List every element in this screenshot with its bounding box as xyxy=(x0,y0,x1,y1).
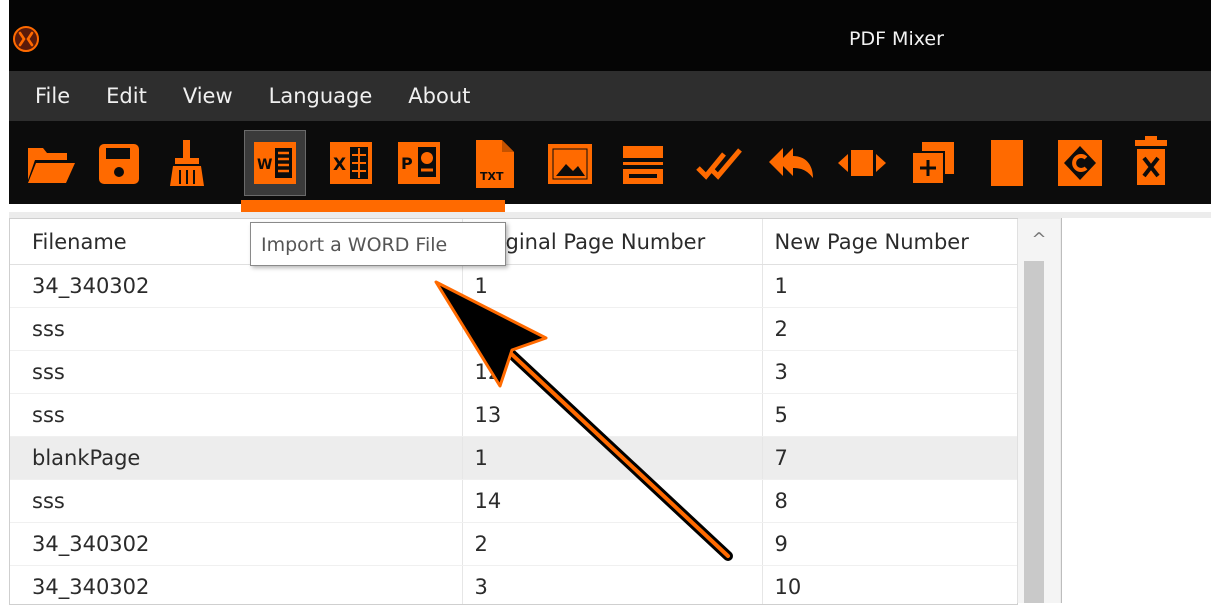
txt-import-icon: TXT xyxy=(468,136,520,190)
scrollbar-thumb[interactable] xyxy=(1024,261,1044,603)
import-excel-button[interactable]: X xyxy=(321,131,381,195)
import-word-button[interactable]: W xyxy=(245,131,305,195)
import-powerpoint-button[interactable]: P xyxy=(389,131,449,195)
svg-text:P: P xyxy=(401,154,413,173)
save-icon xyxy=(93,136,145,190)
svg-text:W: W xyxy=(257,157,272,173)
delete-button[interactable] xyxy=(1121,131,1181,195)
select-all-button[interactable] xyxy=(690,131,750,195)
title-bar: PDF Mixer xyxy=(9,0,1211,71)
image-import-icon xyxy=(544,136,596,190)
table-row[interactable]: 34_340302 3 10 xyxy=(10,566,1017,605)
more-toolbar-button[interactable] xyxy=(1189,131,1211,195)
scroll-up-arrow-icon[interactable]: ^ xyxy=(1018,219,1060,259)
open-file-button[interactable] xyxy=(21,131,81,195)
cell-original-page xyxy=(462,308,762,351)
table-row[interactable]: 34_340302 1 1 xyxy=(10,265,1017,308)
cell-new-page: 5 xyxy=(762,394,1017,437)
open-folder-icon xyxy=(25,136,77,190)
add-page-button[interactable] xyxy=(902,131,962,195)
table-row[interactable]: 34_340302 2 9 xyxy=(10,523,1017,566)
main-area: Filename Original Page Number New Page N… xyxy=(9,212,1211,603)
cell-new-page: 10 xyxy=(762,566,1017,605)
cell-filename: sss xyxy=(10,394,462,437)
window-edge xyxy=(0,0,9,603)
cell-new-page: 3 xyxy=(762,351,1017,394)
cell-filename: 34_340302 xyxy=(10,523,462,566)
cell-original-page: 1 xyxy=(462,437,762,480)
menu-edit[interactable]: Edit xyxy=(88,81,165,111)
window-title: PDF Mixer xyxy=(9,25,1211,53)
insert-blank-page-button[interactable] xyxy=(977,131,1037,195)
cell-filename: 34_340302 xyxy=(10,566,462,605)
cell-new-page: 7 xyxy=(762,437,1017,480)
cell-new-page: 2 xyxy=(762,308,1017,351)
cell-original-page: 2 xyxy=(462,523,762,566)
column-header-new-page[interactable]: New Page Number xyxy=(762,219,1017,265)
table-row[interactable]: sss 2 xyxy=(10,308,1017,351)
cell-new-page: 8 xyxy=(762,480,1017,523)
clear-list-button[interactable] xyxy=(157,131,217,195)
page-table: Filename Original Page Number New Page N… xyxy=(10,219,1018,605)
resize-horizontal-icon xyxy=(836,136,888,190)
menu-view[interactable]: View xyxy=(165,81,251,111)
menu-language[interactable]: Language xyxy=(251,81,391,111)
import-txt-button[interactable]: TXT xyxy=(464,131,524,195)
cell-original-page: 14 xyxy=(462,480,762,523)
cell-original-page: 3 xyxy=(462,566,762,605)
table-row[interactable]: sss 14 8 xyxy=(10,480,1017,523)
table-row[interactable]: sss 12 3 xyxy=(10,351,1017,394)
reply-all-icon xyxy=(765,136,817,190)
cell-filename: 34_340302 xyxy=(10,265,462,308)
undo-button[interactable] xyxy=(761,131,821,195)
cell-filename: sss xyxy=(10,308,462,351)
rotate-icon xyxy=(1054,136,1106,190)
cell-filename: blankPage xyxy=(10,437,462,480)
word-import-icon: W xyxy=(249,136,301,190)
cell-new-page: 1 xyxy=(762,265,1017,308)
broom-clear-icon xyxy=(161,136,213,190)
save-button[interactable] xyxy=(89,131,149,195)
table-header-row: Filename Original Page Number New Page N… xyxy=(10,219,1017,265)
blank-page-icon xyxy=(981,136,1033,190)
cell-filename: sss xyxy=(10,351,462,394)
scanner-icon xyxy=(617,136,669,190)
resize-page-button[interactable] xyxy=(832,131,892,195)
svg-text:X: X xyxy=(333,155,346,175)
page-preview-pane xyxy=(1061,218,1211,603)
excel-import-icon: X xyxy=(325,136,377,190)
hover-indicator xyxy=(241,200,505,212)
delete-icon xyxy=(1125,136,1177,190)
add-page-icon xyxy=(906,136,958,190)
partial-icon xyxy=(1193,136,1211,190)
cell-new-page: 9 xyxy=(762,523,1017,566)
rotate-button[interactable] xyxy=(1050,131,1110,195)
table-row[interactable]: sss 13 5 xyxy=(10,394,1017,437)
svg-text:TXT: TXT xyxy=(480,170,504,183)
cell-original-page: 13 xyxy=(462,394,762,437)
cell-original-page: 1 xyxy=(462,265,762,308)
cell-filename: sss xyxy=(10,480,462,523)
check-all-icon xyxy=(694,136,746,190)
scan-button[interactable] xyxy=(613,131,673,195)
page-list-table[interactable]: Filename Original Page Number New Page N… xyxy=(9,218,1018,605)
toolbar: W X P TXT xyxy=(9,121,1211,204)
tooltip: Import a WORD File xyxy=(250,222,506,266)
table-row-selected[interactable]: blankPage 1 7 xyxy=(10,437,1017,480)
menu-file[interactable]: File xyxy=(9,81,88,111)
column-header-original-page[interactable]: Original Page Number xyxy=(462,219,762,265)
vertical-scrollbar[interactable]: ^ xyxy=(1017,219,1060,603)
powerpoint-import-icon: P xyxy=(393,136,445,190)
cell-original-page: 12 xyxy=(462,351,762,394)
import-image-button[interactable] xyxy=(540,131,600,195)
menu-about[interactable]: About xyxy=(390,81,488,111)
menu-bar: File Edit View Language About xyxy=(9,71,1211,121)
